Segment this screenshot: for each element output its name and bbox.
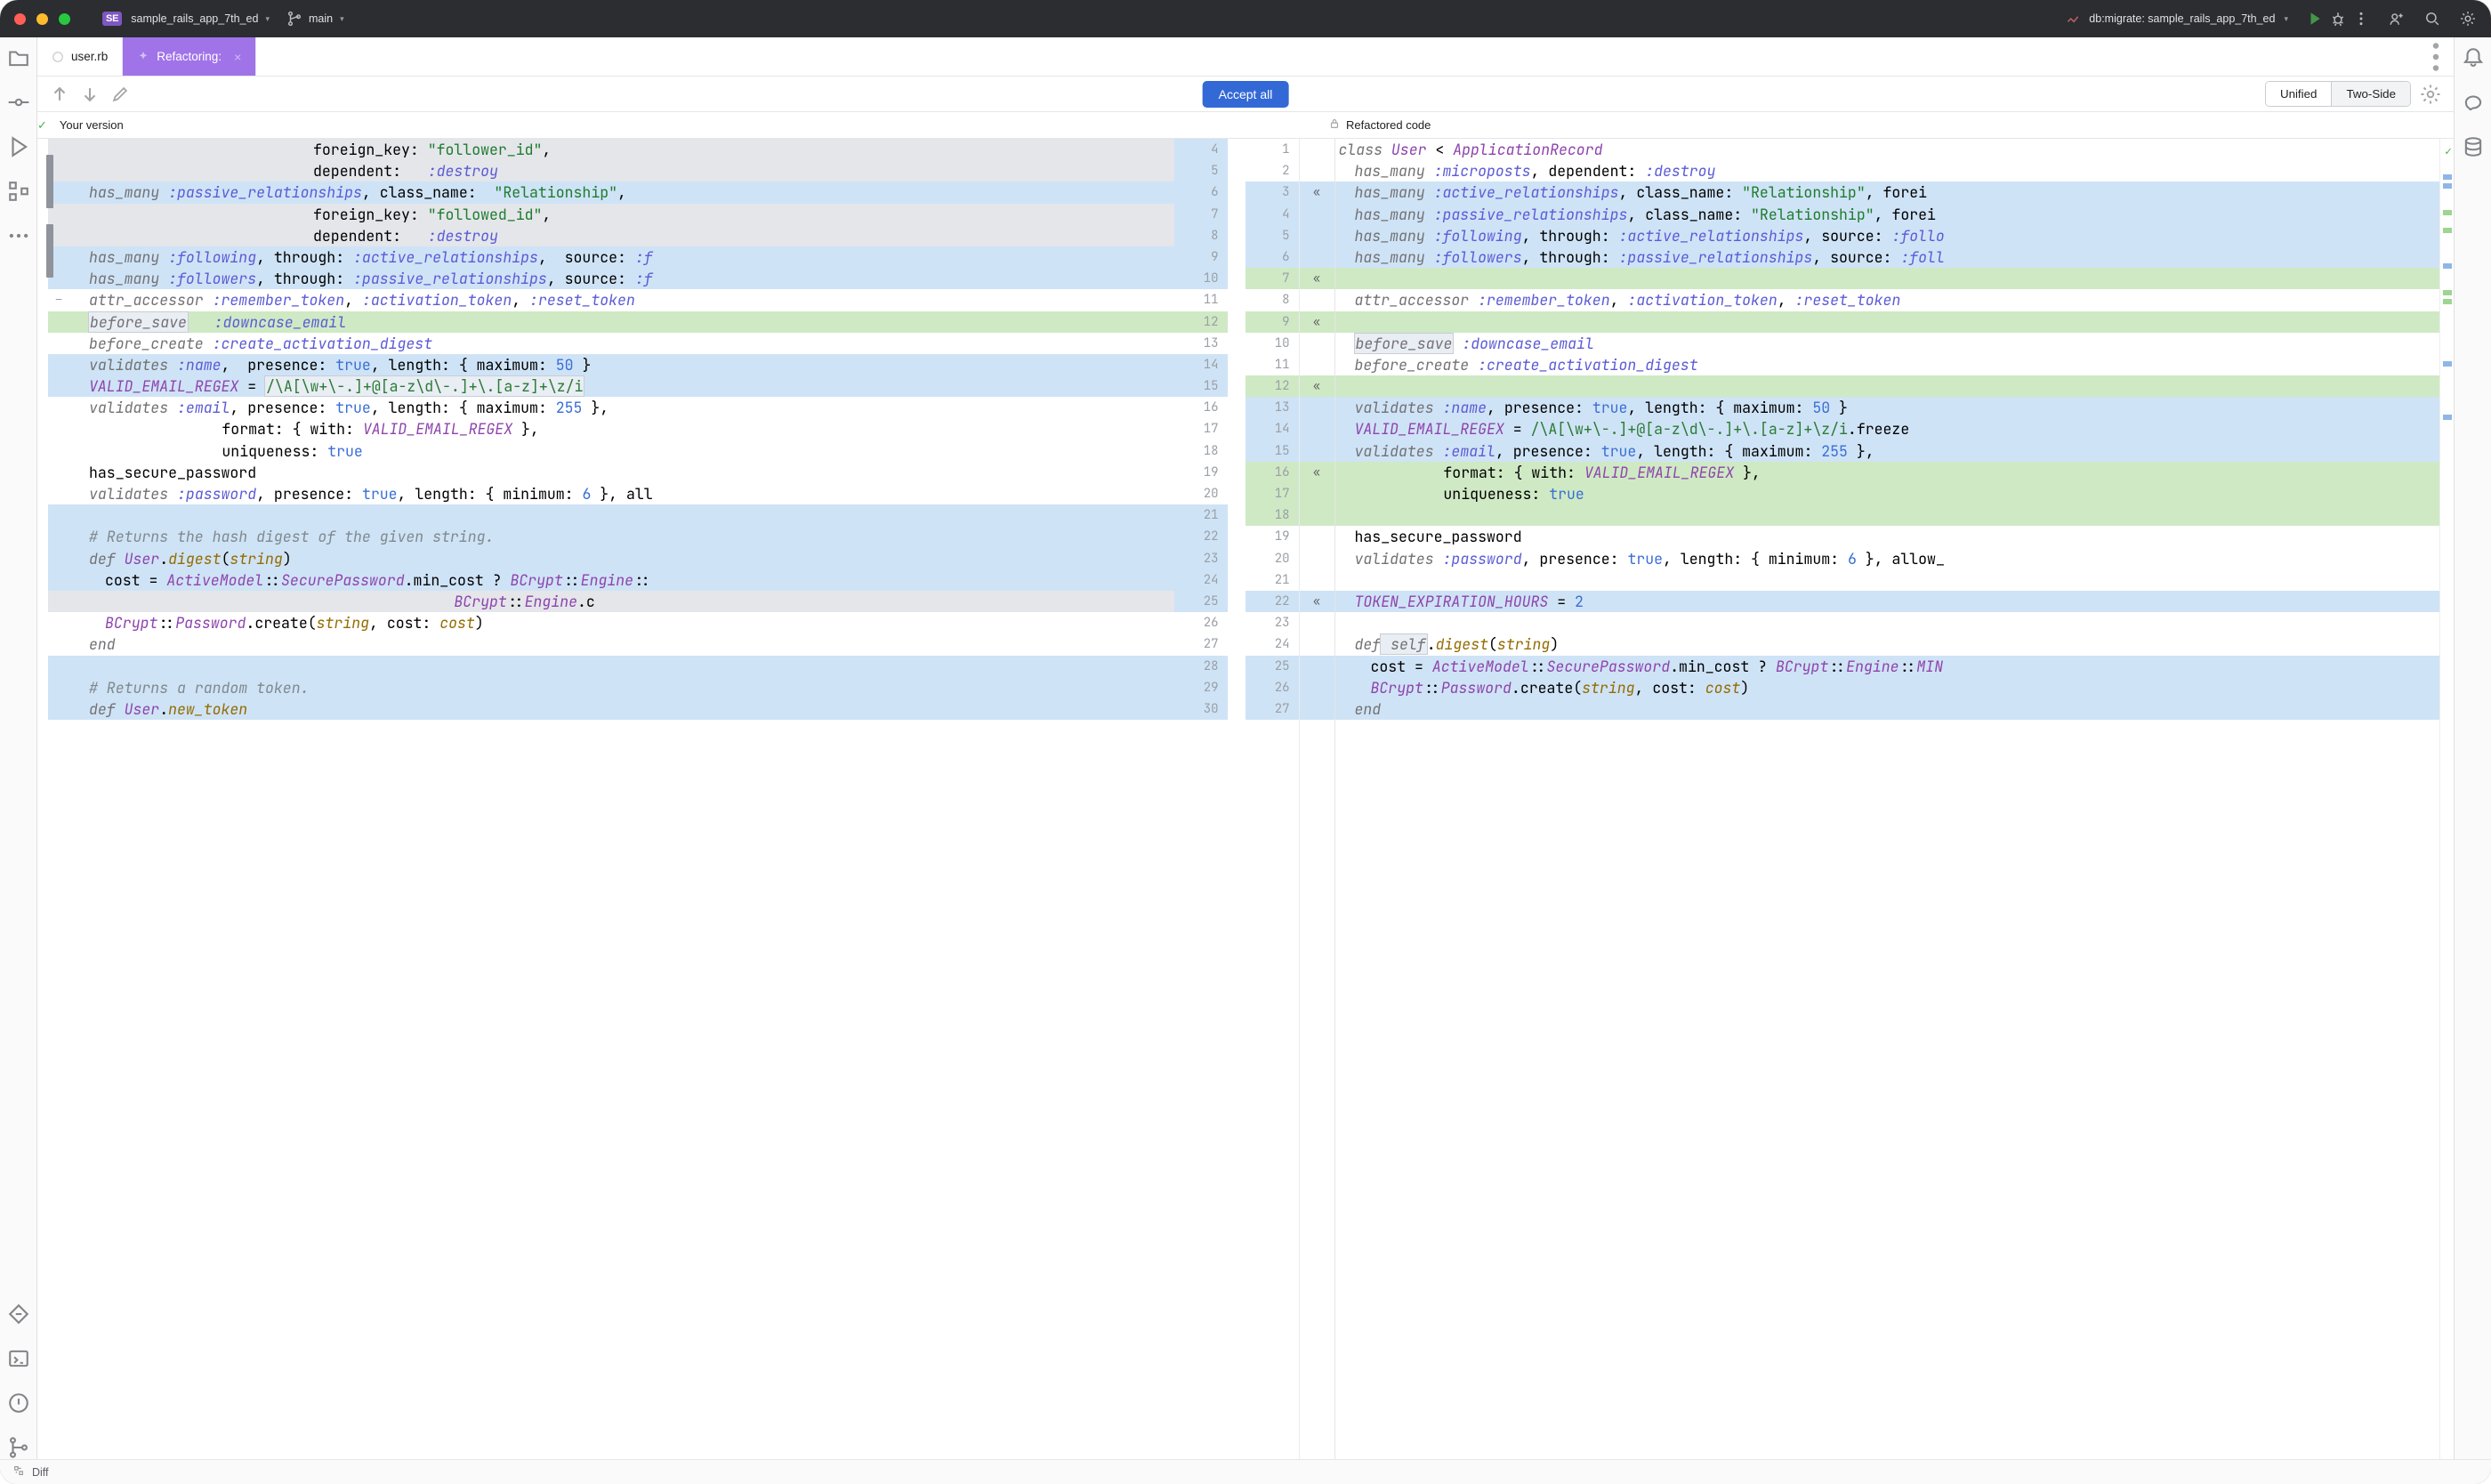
- edit-icon[interactable]: [110, 85, 130, 104]
- right-marker-strip[interactable]: ✓: [2439, 139, 2454, 1459]
- ai-refactor-icon: [137, 51, 149, 63]
- project-selector[interactable]: SE sample_rails_app_7th_ed ▾: [102, 12, 270, 26]
- left-toolbar: [0, 37, 37, 1459]
- accept-all-button[interactable]: Accept all: [1203, 81, 1289, 108]
- prev-diff-icon[interactable]: [50, 85, 69, 104]
- unified-button[interactable]: Unified: [2266, 82, 2332, 106]
- more-tool-icon[interactable]: [7, 224, 30, 247]
- left-pane[interactable]: foreign_key: "follower_id", dependent: :…: [69, 139, 1174, 1459]
- apply-left-icon[interactable]: «: [1313, 181, 1320, 203]
- run-tool-icon[interactable]: [7, 135, 30, 158]
- right-pane[interactable]: class User < ApplicationRecord has_many …: [1334, 139, 2440, 1459]
- project-badge: SE: [102, 12, 122, 26]
- two-side-button[interactable]: Two-Side: [2331, 82, 2410, 106]
- notifications-icon[interactable]: [2462, 46, 2485, 69]
- run-configuration[interactable]: db:migrate: sample_rails_app_7th_ed ▾: [2064, 10, 2288, 28]
- problems-icon[interactable]: [7, 1391, 30, 1415]
- apply-left-icon[interactable]: «: [1313, 375, 1320, 397]
- chevron-down-icon: ▾: [2284, 14, 2288, 24]
- close-icon[interactable]: ×: [234, 50, 241, 64]
- diff-settings-icon[interactable]: [2420, 84, 2441, 105]
- apply-left-icon[interactable]: «: [1313, 311, 1320, 333]
- apply-left-icon[interactable]: «: [1313, 462, 1320, 483]
- inspection-ok-icon: ✓: [2445, 141, 2452, 162]
- diff-status-icon: [12, 1464, 25, 1480]
- ai-assistant-icon[interactable]: [2462, 91, 2485, 114]
- left-line-numbers: 4 5 6 7 8 9 10 11 12 13 14 15 16 17: [1174, 139, 1228, 1459]
- window-maximize-button[interactable]: [59, 13, 70, 25]
- database-icon[interactable]: [2462, 135, 2485, 158]
- status-label: Diff: [32, 1466, 49, 1479]
- commit-tool-icon[interactable]: [7, 91, 30, 114]
- left-fold-gutter: —: [48, 139, 69, 1459]
- checkmark-icon: ✓: [37, 118, 47, 133]
- services-icon[interactable]: [7, 1303, 30, 1326]
- window-controls: [14, 13, 70, 25]
- status-bar: Diff: [0, 1459, 2491, 1484]
- left-marker-strip: [37, 139, 48, 1459]
- debug-button[interactable]: [2329, 10, 2347, 28]
- window-close-button[interactable]: [14, 13, 26, 25]
- chevron-down-icon: ▾: [265, 14, 270, 24]
- vcs-icon[interactable]: [7, 1436, 30, 1459]
- left-header-label: Your version: [60, 118, 124, 132]
- apply-left-icon[interactable]: «: [1313, 591, 1320, 612]
- diff-toolbar: Accept all Unified Two-Side: [37, 77, 2454, 112]
- tab-refactoring[interactable]: Refactoring: ×: [123, 37, 256, 76]
- diff-area: — foreign_key: "follower_id", dependent:…: [37, 139, 2454, 1459]
- right-line-numbers: 1 2 3 4 5 6 7 8 9 10 11 12 13 14: [1246, 139, 1299, 1459]
- lock-icon: [1328, 117, 1341, 133]
- right-toolbar: [2454, 37, 2491, 1459]
- collab-icon[interactable]: [2388, 10, 2406, 28]
- diff-header-row: ✓ Your version Refactored code: [37, 112, 2454, 139]
- structure-tool-icon[interactable]: [7, 180, 30, 203]
- terminal-icon[interactable]: [7, 1347, 30, 1370]
- tab-label: user.rb: [71, 50, 108, 63]
- run-button[interactable]: [2306, 10, 2324, 28]
- collapse-icon[interactable]: —: [56, 289, 62, 311]
- branch-name: main: [309, 12, 333, 25]
- right-header-label: Refactored code: [1346, 118, 1431, 132]
- apply-left-icon[interactable]: «: [1313, 268, 1320, 289]
- tab-overflow-icon[interactable]: [2418, 37, 2454, 76]
- ruby-file-icon: [52, 51, 64, 63]
- run-config-name: db:migrate: sample_rails_app_7th_ed: [2089, 12, 2275, 25]
- center-gutter: 4 5 6 7 8 9 10 11 12 13 14 15 16 17: [1174, 139, 1334, 1459]
- project-tool-icon[interactable]: [7, 46, 30, 69]
- settings-icon[interactable]: [2459, 10, 2477, 28]
- tab-label: Refactoring:: [157, 50, 222, 63]
- next-diff-icon[interactable]: [80, 85, 100, 104]
- tab-user-rb[interactable]: user.rb: [37, 37, 123, 76]
- apply-arrow-column: « « « « «: [1299, 139, 1334, 1459]
- titlebar: SE sample_rails_app_7th_ed ▾ main ▾ db:m…: [0, 0, 2491, 37]
- project-name: sample_rails_app_7th_ed: [131, 12, 258, 25]
- editor-tabs: user.rb Refactoring: ×: [37, 37, 2454, 77]
- branch-icon: [286, 10, 303, 28]
- run-config-icon: [2064, 10, 2082, 28]
- branch-selector[interactable]: main ▾: [286, 10, 344, 28]
- window-minimize-button[interactable]: [36, 13, 48, 25]
- more-actions-icon[interactable]: [2352, 10, 2370, 28]
- chevron-down-icon: ▾: [340, 14, 344, 24]
- search-icon[interactable]: [2423, 10, 2441, 28]
- view-mode-toggle: Unified Two-Side: [2265, 81, 2411, 107]
